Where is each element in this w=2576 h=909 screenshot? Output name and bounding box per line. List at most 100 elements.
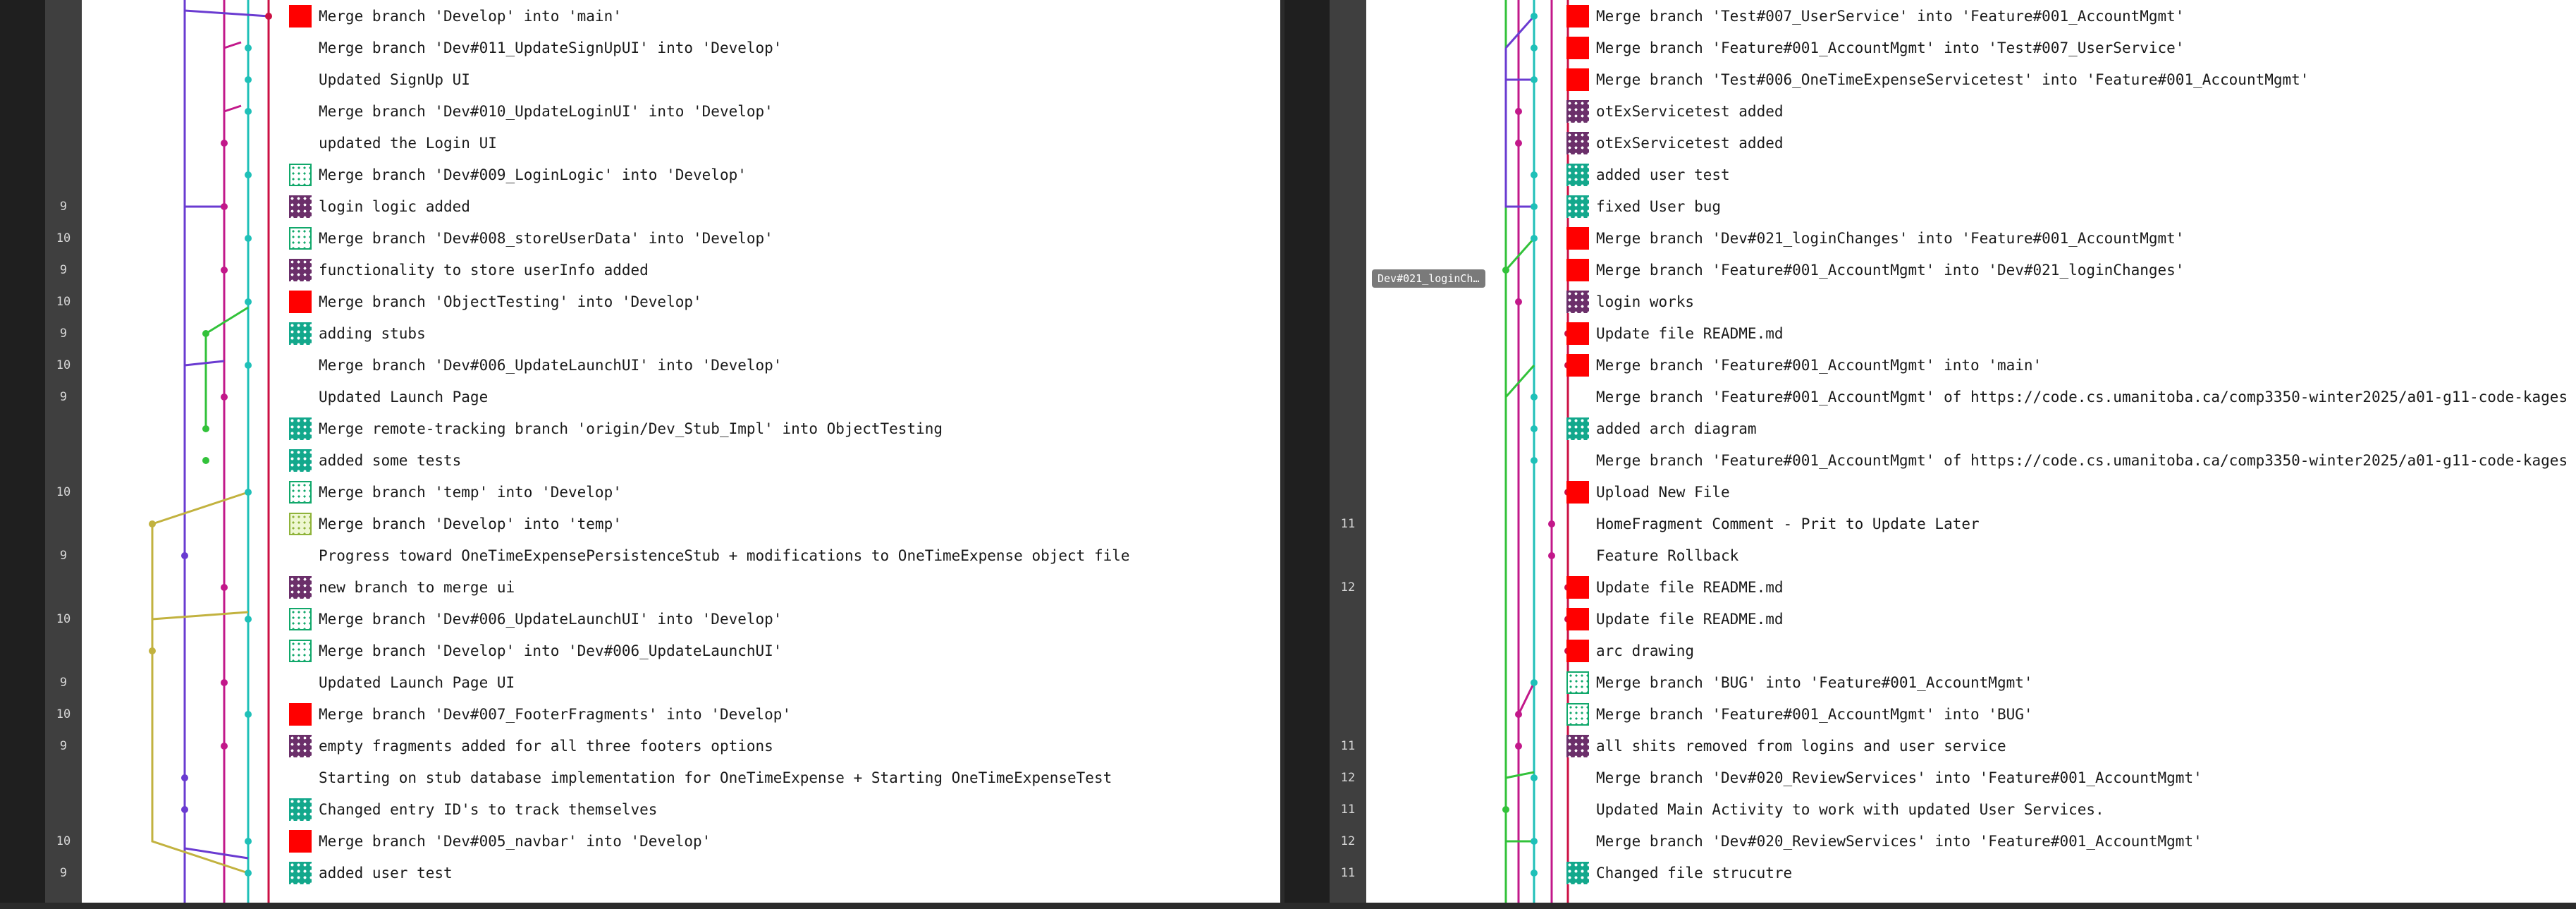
commit-message: Changed entry ID's to track themselves — [319, 801, 658, 818]
line-number: 10 — [56, 834, 71, 848]
commit-node — [221, 394, 228, 401]
commit-message: Merge branch 'Develop' into 'main' — [319, 8, 622, 25]
commit-row[interactable]: empty fragments added for all three foot… — [289, 731, 773, 762]
commit-row[interactable]: Merge branch 'Feature#001_AccountMgmt' i… — [1566, 255, 2184, 286]
commit-row[interactable]: Merge branch 'Dev#010_UpdateLoginUI' int… — [289, 96, 773, 127]
commit-row[interactable]: Merge branch 'Dev#020_ReviewServices' in… — [1566, 826, 2202, 857]
commit-message: Updated SignUp UI — [319, 71, 470, 88]
commit-row[interactable]: Merge branch 'Feature#001_AccountMgmt' o… — [1566, 445, 2576, 476]
commit-node — [202, 330, 209, 337]
commit-row[interactable]: Updated Main Activity to work with updat… — [1566, 794, 2104, 825]
line-number: 9 — [59, 549, 68, 563]
commit-row[interactable]: added some tests — [289, 445, 461, 476]
commit-row[interactable]: Merge branch 'Dev#009_LoginLogic' into '… — [289, 159, 747, 190]
commit-row[interactable]: Merge branch 'Dev#020_ReviewServices' in… — [1566, 762, 2202, 793]
commit-row[interactable]: Merge branch 'Feature#001_AccountMgmt' o… — [1566, 382, 2576, 413]
commit-row[interactable]: Merge branch 'Dev#011_UpdateSignUpUI' in… — [289, 32, 782, 63]
commit-row[interactable]: new branch to merge ui — [289, 572, 515, 603]
commit-row[interactable]: Changed file strucutre — [1566, 858, 1792, 889]
commit-row[interactable]: updated the Login UI — [289, 128, 497, 159]
commit-message: login works — [1596, 293, 1695, 310]
commit-row[interactable]: arc drawing — [1566, 635, 1694, 666]
commit-row[interactable]: added user test — [289, 858, 453, 889]
line-number: 10 — [56, 295, 71, 309]
author-avatar — [1566, 671, 1589, 694]
author-avatar — [1566, 640, 1589, 662]
line-number: 11 — [1340, 803, 1356, 817]
commit-row[interactable]: HomeFragment Comment - Prit to Update La… — [1566, 508, 1980, 539]
commit-message: Upload New File — [1596, 484, 1730, 501]
commit-row[interactable]: Update file README.md — [1566, 318, 1784, 349]
commit-row[interactable]: otExServicetest added — [1566, 128, 1784, 159]
commit-message: Merge branch 'ObjectTesting' into 'Devel… — [319, 293, 702, 310]
commit-node — [1531, 870, 1538, 877]
commit-row[interactable]: Merge branch 'Feature#001_AccountMgmt' i… — [1566, 350, 2042, 381]
commit-node — [181, 774, 188, 781]
commit-row[interactable]: Merge branch 'Dev#007_FooterFragments' i… — [289, 699, 791, 730]
branch-tag[interactable]: Dev#021_loginCh… — [1372, 269, 1485, 288]
commit-row[interactable]: Changed entry ID's to track themselves — [289, 794, 657, 825]
commit-row[interactable]: all shits removed from logins and user s… — [1566, 731, 2006, 762]
commit-row[interactable]: Merge branch 'Feature#001_AccountMgmt' i… — [1566, 32, 2184, 63]
commit-row[interactable]: Merge branch 'BUG' into 'Feature#001_Acc… — [1566, 667, 2033, 698]
commit-row[interactable]: Starting on stub database implementation… — [289, 762, 1112, 793]
commit-row[interactable]: Merge branch 'Test#006_OneTimeExpenseSer… — [1566, 64, 2309, 95]
commit-row[interactable]: Merge branch 'Develop' into 'temp' — [289, 508, 622, 539]
commit-message: Merge branch 'BUG' into 'Feature#001_Acc… — [1596, 674, 2033, 691]
author-avatar — [1566, 449, 1589, 472]
commit-row[interactable]: Merge branch 'temp' into 'Develop' — [289, 477, 622, 508]
commit-row[interactable]: Updated Launch Page UI — [289, 667, 515, 698]
commit-node — [1531, 394, 1538, 401]
commit-message: Merge branch 'Feature#001_AccountMgmt' i… — [1596, 39, 2185, 56]
commit-node — [245, 870, 252, 877]
author-avatar — [289, 830, 312, 853]
commit-row[interactable]: Merge branch 'Dev#021_loginChanges' into… — [1566, 223, 2184, 254]
commit-row[interactable]: added user test — [1566, 159, 1730, 190]
commit-row[interactable]: Merge branch 'Dev#006_UpdateLaunchUI' in… — [289, 604, 782, 635]
commit-message: Merge branch 'Dev#009_LoginLogic' into '… — [319, 166, 747, 183]
commit-row[interactable]: Merge branch 'Develop' into 'main' — [289, 1, 622, 32]
line-number: 9 — [59, 739, 68, 753]
commit-row[interactable]: Merge branch 'Dev#005_navbar' into 'Deve… — [289, 826, 711, 857]
commit-message: all shits removed from logins and user s… — [1596, 738, 2006, 755]
commit-node — [1531, 235, 1538, 242]
commit-node — [245, 489, 252, 496]
author-avatar — [289, 544, 312, 567]
commit-row[interactable]: Updated SignUp UI — [289, 64, 470, 95]
commit-row[interactable]: Merge remote-tracking branch 'origin/Dev… — [289, 413, 943, 444]
author-avatar — [289, 862, 312, 884]
commit-row[interactable]: otExServicetest added — [1566, 96, 1784, 127]
line-number: 9 — [59, 676, 68, 690]
commit-row[interactable]: login logic added — [289, 191, 470, 222]
commit-node — [1515, 743, 1522, 750]
commit-row[interactable]: Merge branch 'ObjectTesting' into 'Devel… — [289, 286, 702, 317]
commit-row[interactable]: Merge branch 'Develop' into 'Dev#006_Upd… — [289, 635, 782, 666]
line-number: 10 — [56, 612, 71, 626]
commit-row[interactable]: functionality to store userInfo added — [289, 255, 649, 286]
commit-row[interactable]: fixed User bug — [1566, 191, 1721, 222]
commit-row[interactable]: Update file README.md — [1566, 604, 1784, 635]
commit-row[interactable]: Merge branch 'Dev#008_storeUserData' int… — [289, 223, 773, 254]
commit-message: Merge remote-tracking branch 'origin/Dev… — [319, 420, 943, 437]
commit-row[interactable]: Updated Launch Page — [289, 382, 488, 413]
commit-message: Merge branch 'Dev#007_FooterFragments' i… — [319, 706, 792, 723]
commit-message: Progress toward OneTimeExpensePersistenc… — [319, 547, 1130, 564]
commit-message: added user test — [319, 865, 453, 881]
commit-message: otExServicetest added — [1596, 135, 1784, 152]
side-panel — [1284, 0, 1330, 903]
commit-row[interactable]: Update file README.md — [1566, 572, 1784, 603]
commit-graph — [149, 0, 272, 903]
commit-row[interactable]: Upload New File — [1566, 477, 1730, 508]
commit-row[interactable]: added arch diagram — [1566, 413, 1757, 444]
commit-row[interactable]: Merge branch 'Test#007_UserService' into… — [1566, 1, 2184, 32]
commit-row[interactable]: Merge branch 'Feature#001_AccountMgmt' i… — [1566, 699, 2033, 730]
commit-message: Merge branch 'Develop' into 'temp' — [319, 515, 622, 532]
commit-row[interactable]: Merge branch 'Dev#006_UpdateLaunchUI' in… — [289, 350, 782, 381]
commit-row[interactable]: Feature Rollback — [1566, 540, 1738, 571]
commit-row[interactable]: login works — [1566, 286, 1694, 317]
commit-message: Merge branch 'Feature#001_AccountMgmt' o… — [1596, 389, 2576, 405]
commit-node — [265, 13, 272, 20]
commit-row[interactable]: adding stubs — [289, 318, 426, 349]
commit-row[interactable]: Progress toward OneTimeExpensePersistenc… — [289, 540, 1130, 571]
commit-message: Merge branch 'Dev#006_UpdateLaunchUI' in… — [319, 611, 783, 628]
